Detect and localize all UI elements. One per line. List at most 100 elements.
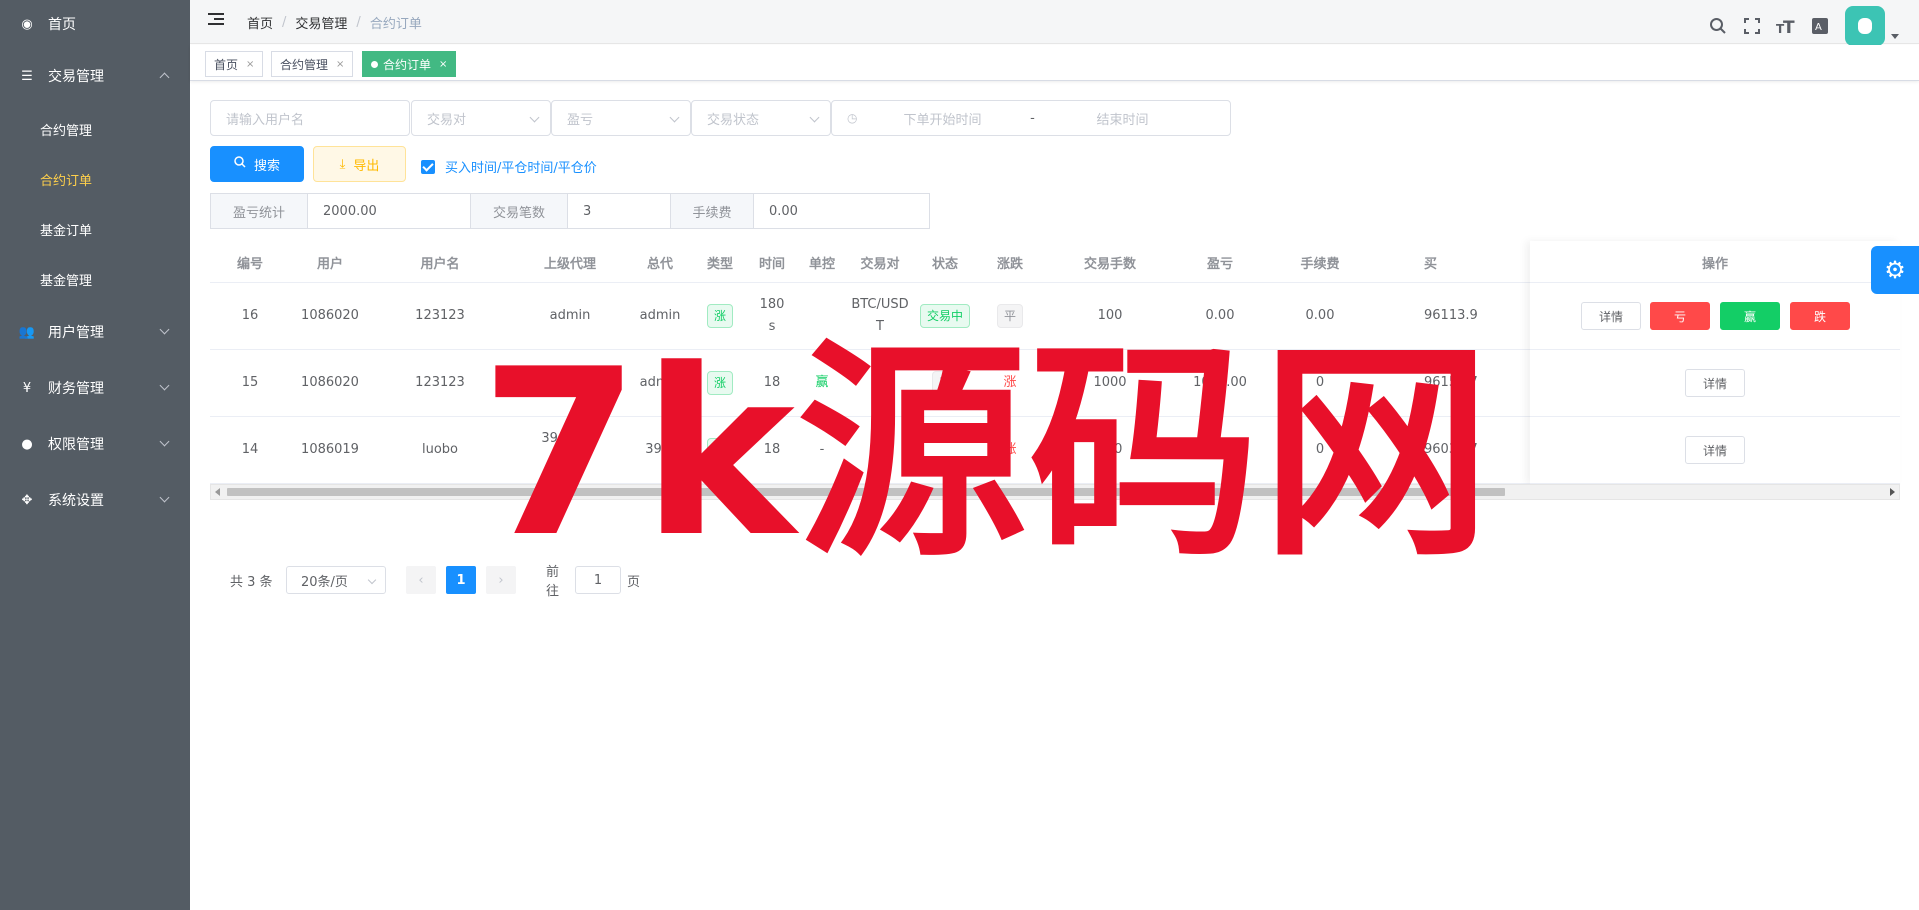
breadcrumb-home[interactable]: 首页 — [247, 13, 273, 32]
font-size-icon[interactable]: TT — [1775, 15, 1797, 37]
tags-view: 首页 × 合约管理 × 合约订单 × — [190, 45, 1919, 81]
search-button[interactable]: 搜索 — [210, 146, 304, 182]
col-header-fee: 手续费 — [1300, 256, 1340, 272]
profit-stat-label: 盈亏统计 — [210, 193, 308, 229]
detail-button[interactable]: 详情 — [1685, 369, 1745, 397]
chevron-down-icon — [159, 436, 170, 447]
chevron-down-icon — [159, 324, 170, 335]
hamburger-icon[interactable] — [208, 13, 224, 27]
header-actions: TT A — [1695, 6, 1899, 46]
count-stat-value: 3 — [567, 193, 671, 229]
fee-stat-value: 0.00 — [753, 193, 930, 229]
sidebar-item-home[interactable]: ◉ 首页 — [0, 0, 190, 48]
svg-text:T: T — [1783, 18, 1795, 35]
chevron-down-icon — [159, 492, 170, 503]
sidebar-item-finance[interactable]: ¥ 财务管理 — [0, 360, 190, 416]
status-placeholder: 交易状态 — [707, 112, 760, 128]
sidebar-subitem-contract-manage[interactable]: 合约管理 — [0, 104, 190, 154]
pair-placeholder: 交易对 — [427, 112, 467, 128]
caret-down-icon[interactable] — [1891, 33, 1899, 39]
sidebar: ◉ 首页 ☰ 交易管理 合约管理 合约订单 基金订单 基金管理 👥 用户管理 ¥… — [0, 0, 190, 910]
detail-button[interactable]: 详情 — [1581, 302, 1641, 330]
col-header-time: 时间 — [758, 256, 785, 272]
chevron-down-icon — [367, 575, 377, 585]
checkbox-label: 买入时间/平仓时间/平仓价 — [445, 161, 597, 176]
time-columns-checkbox[interactable]: 买入时间/平仓时间/平仓价 — [421, 157, 597, 176]
profit-select[interactable]: 盈亏 — [551, 100, 691, 136]
range-separator: - — [1030, 110, 1035, 126]
col-header-top-agent: 总代 — [646, 256, 673, 272]
fullscreen-icon[interactable] — [1741, 15, 1763, 37]
scroll-left-icon[interactable] — [215, 488, 220, 496]
chevron-down-icon — [669, 112, 680, 123]
pagination: 共 3 条 20条/页 ‹ 1 › 前往 1 页 — [230, 565, 640, 599]
close-icon[interactable]: × — [439, 59, 447, 70]
prev-page-button[interactable]: ‹ — [406, 566, 436, 594]
translate-icon[interactable]: A — [1809, 15, 1831, 37]
list-icon: ☰ — [21, 68, 33, 84]
user-icon: ● — [21, 436, 33, 452]
sidebar-item-users[interactable]: 👥 用户管理 — [0, 304, 190, 360]
settings-icon: ✥ — [21, 492, 33, 508]
svg-text:A: A — [1815, 22, 1822, 33]
page-size-select[interactable]: 20条/页 — [286, 566, 386, 594]
table-cell-id: 16 — [241, 308, 259, 323]
pagination-total: 共 3 条 — [230, 574, 273, 590]
user-group-icon: 👥 — [18, 324, 36, 340]
sidebar-item-label: 用户管理 — [48, 325, 104, 341]
sidebar-item-trade[interactable]: ☰ 交易管理 — [0, 48, 190, 104]
col-header-pnl: 盈亏 — [1206, 256, 1233, 272]
dashboard-icon: ◉ — [21, 16, 33, 32]
col-header-operations: 操作 — [1701, 256, 1728, 272]
pair-select[interactable]: 交易对 — [411, 100, 551, 136]
chevron-down-icon — [809, 112, 820, 123]
search-icon — [234, 156, 246, 172]
tag-label: 首页 — [214, 57, 239, 72]
sidebar-subitem-fund-manage[interactable]: 基金管理 — [0, 254, 190, 304]
tag-contract-manage[interactable]: 合约管理 × — [271, 51, 354, 77]
sidebar-item-label: 系统设置 — [48, 493, 104, 509]
page-number-button[interactable]: 1 — [446, 566, 476, 594]
detail-button[interactable]: 详情 — [1685, 436, 1745, 464]
win-button[interactable]: 赢 — [1720, 302, 1780, 330]
settings-drawer-button[interactable]: ⚙ — [1871, 246, 1919, 294]
col-header-buy: 买 — [1424, 256, 1438, 272]
sidebar-subitem-fund-orders[interactable]: 基金订单 — [0, 204, 190, 254]
fall-button[interactable]: 跌 — [1790, 302, 1850, 330]
clock-icon: ◷ — [847, 111, 858, 125]
profit-placeholder: 盈亏 — [567, 112, 594, 128]
sidebar-item-label: 交易管理 — [48, 69, 104, 85]
username-input[interactable]: 请输入用户名 — [210, 100, 410, 136]
start-date-input[interactable]: 下单开始时间 — [867, 109, 1017, 128]
navbar: 首页 / 交易管理 / 合约订单 TT A — [190, 0, 1919, 46]
tag-contract-orders[interactable]: 合约订单 × — [362, 51, 457, 77]
operations-column: 操作 详情 亏 赢 跌 详情 详情 — [1530, 241, 1900, 484]
page-size-value: 20条/页 — [301, 574, 348, 590]
close-icon[interactable]: × — [246, 59, 254, 70]
loss-button[interactable]: 亏 — [1650, 302, 1710, 330]
avatar[interactable] — [1845, 6, 1885, 46]
end-date-input[interactable]: 结束时间 — [1047, 109, 1197, 128]
sidebar-subitem-contract-orders[interactable]: 合约订单 — [0, 154, 190, 204]
col-header-username: 用户名 — [420, 256, 460, 272]
sidebar-item-permissions[interactable]: ● 权限管理 — [0, 416, 190, 472]
date-range-picker[interactable]: ◷ 下单开始时间 - 结束时间 — [831, 100, 1231, 136]
watermark-overlay: 7k源码网 — [480, 321, 1493, 588]
breadcrumb-current: 合约订单 — [369, 17, 422, 32]
sidebar-item-settings[interactable]: ✥ 系统设置 — [0, 472, 190, 528]
sidebar-item-label: 首页 — [48, 17, 76, 33]
export-button[interactable]: ⤓ 导出 — [313, 146, 406, 182]
profit-stat-value: 2000.00 — [307, 193, 471, 229]
breadcrumb-trade[interactable]: 交易管理 — [295, 13, 347, 32]
export-button-label: 导出 — [353, 158, 380, 174]
close-icon[interactable]: × — [336, 59, 344, 70]
tag-label: 合约订单 — [383, 57, 432, 72]
col-header-id: 编号 — [236, 256, 263, 272]
status-select[interactable]: 交易状态 — [691, 100, 831, 136]
search-icon[interactable] — [1707, 15, 1729, 37]
tag-home[interactable]: 首页 × — [205, 51, 264, 77]
table-cell-user: 1086020 — [301, 308, 359, 323]
col-header-user: 用户 — [316, 256, 343, 272]
scroll-right-icon[interactable] — [1890, 488, 1895, 496]
table-cell-id: 15 — [241, 375, 259, 390]
